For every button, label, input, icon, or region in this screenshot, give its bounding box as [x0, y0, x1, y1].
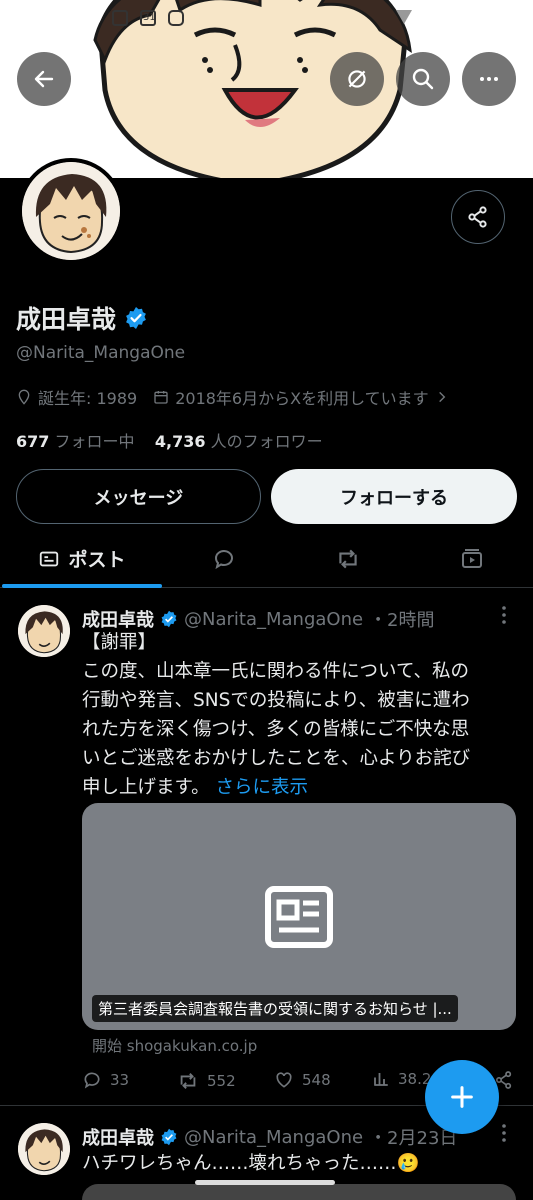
reply-icon	[84, 1072, 100, 1089]
chevron-right-icon[interactable]	[435, 390, 449, 404]
followers-count: 4,736	[154, 432, 206, 451]
tab-posts[interactable]: ポスト	[2, 530, 162, 587]
birth-year: 誕生年: 1989	[38, 389, 138, 408]
profile-tabs: ポスト	[0, 530, 533, 588]
link-card-source[interactable]: 開始 shogakukan.co.jp	[92, 1035, 257, 1056]
message-button[interactable]: メッセージ	[16, 469, 261, 524]
arrow-left-icon	[34, 70, 54, 88]
avatar-illustration	[22, 162, 120, 260]
more-vertical-icon	[502, 1124, 506, 1142]
tweet-media[interactable]	[82, 1184, 516, 1200]
followers-label: 人のフォロワー	[210, 432, 323, 451]
reply-action[interactable]: 33	[82, 1070, 129, 1090]
heart-icon	[276, 1072, 292, 1088]
following-count: 677	[16, 432, 50, 451]
tweet-line: この度、山本章一氏に関わる件について、私の	[82, 661, 470, 682]
search-icon	[412, 68, 434, 90]
tweet-author-name[interactable]: 成田卓哉	[82, 1124, 154, 1150]
repost-icon	[180, 1073, 196, 1089]
tweet-line: いとご迷惑をおかけしたことを、心よりお詫び	[82, 748, 471, 769]
reply-icon	[215, 549, 233, 569]
tweet-author-handle[interactable]: @Narita_MangaOne	[184, 609, 363, 630]
link-card[interactable]: 第三者委員会調査報告書の受領に関するお知らせ |...	[82, 803, 516, 1030]
tweet-text: ハチワレちゃん……壊れちゃった……🥲	[82, 1153, 420, 1174]
tweet-more-button[interactable]	[500, 1123, 508, 1148]
more-horizontal-icon	[480, 77, 498, 81]
views-action[interactable]: 38.2	[372, 1070, 431, 1088]
tab-posts-label: ポスト	[68, 549, 126, 571]
signal-icon	[396, 10, 412, 24]
instagram-icon	[168, 10, 184, 26]
profile-meta: 誕生年: 1989 2018年6月からXを利用しています	[16, 385, 449, 409]
tab-media[interactable]	[420, 530, 524, 587]
reply-count: 33	[110, 1071, 130, 1089]
verified-badge-icon	[161, 610, 177, 628]
translate-button[interactable]	[330, 52, 384, 106]
avatar-illustration	[18, 605, 70, 657]
profile-avatar[interactable]	[18, 158, 124, 264]
tweet-header: 成田卓哉 @Narita_MangaOne ・2月23日	[82, 1124, 457, 1150]
tweet-avatar[interactable]	[18, 1123, 70, 1175]
share-profile-button[interactable]	[451, 190, 505, 244]
repost-action[interactable]: 552	[177, 1070, 236, 1092]
profile-banner[interactable]: 31	[0, 0, 533, 178]
tweet-line: 行動や発言、SNSでの投稿により、被害に遭わ	[82, 690, 470, 711]
show-more-link[interactable]: さらに表示	[216, 777, 309, 798]
more-button[interactable]	[462, 52, 516, 106]
back-button[interactable]	[17, 52, 71, 106]
following-link[interactable]: 677 フォロー中	[16, 432, 135, 451]
tweet-more-button[interactable]	[500, 605, 508, 630]
home-indicator[interactable]	[195, 1180, 335, 1185]
like-action[interactable]: 548	[274, 1070, 331, 1090]
follow-stats: 677 フォロー中 4,736 人のフォロワー	[16, 428, 323, 452]
profile-name-row: 成田卓哉	[16, 300, 148, 336]
video-icon	[462, 548, 482, 568]
tweet-author-handle[interactable]: @Narita_MangaOne	[184, 1127, 363, 1148]
profile-handle: @Narita_MangaOne	[16, 343, 186, 363]
plus-icon	[451, 1086, 473, 1108]
tweet-avatar[interactable]	[18, 605, 70, 657]
following-label: フォロー中	[54, 432, 135, 451]
joined-date: 2018年6月からXを利用しています	[175, 389, 429, 408]
verified-badge-icon	[161, 1128, 177, 1146]
location-pin-icon	[18, 389, 30, 405]
translate-icon	[348, 70, 366, 88]
share-icon	[468, 206, 487, 228]
link-card-title: 第三者委員会調査報告書の受領に関するお知らせ |...	[92, 995, 458, 1022]
tweet-line: 申し上げます。	[82, 777, 210, 798]
compose-post-button[interactable]	[425, 1060, 499, 1134]
calendar-icon	[154, 391, 168, 404]
status-bar: 31	[0, 6, 533, 30]
tweet-text: 【謝罪】 この度、山本章一氏に関わる件について、私の 行動や発言、SNSでの投稿…	[82, 628, 522, 802]
search-button[interactable]	[396, 52, 450, 106]
article-icon	[265, 886, 333, 948]
repost-count: 552	[207, 1072, 236, 1090]
more-vertical-icon	[502, 606, 506, 624]
avatar-illustration	[18, 1123, 70, 1175]
posts-icon	[40, 551, 59, 566]
follow-button[interactable]: フォローする	[271, 469, 517, 524]
tab-reposts[interactable]	[296, 530, 400, 587]
tab-replies[interactable]	[172, 530, 276, 587]
active-tab-indicator	[2, 584, 162, 588]
status-icon	[112, 10, 128, 26]
verified-badge-icon	[126, 307, 146, 329]
like-count: 548	[302, 1071, 331, 1089]
followers-link[interactable]: 4,736 人のフォロワー	[155, 432, 323, 451]
views-icon	[374, 1073, 388, 1086]
tweet-line: 【謝罪】	[82, 632, 157, 653]
profile-name: 成田卓哉	[16, 305, 117, 334]
calendar-day: 31	[143, 12, 156, 23]
repost-icon	[339, 549, 357, 568]
tweet-line: れた方を深く傷つけ、多くの皆様にご不快な思	[82, 719, 470, 740]
